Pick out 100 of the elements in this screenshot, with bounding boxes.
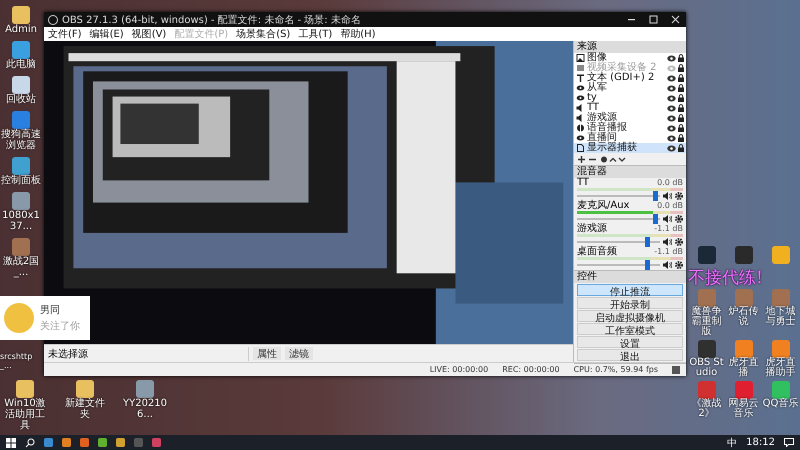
speaker-icon[interactable] (663, 215, 672, 223)
control-button[interactable]: 停止推流 (577, 284, 683, 296)
speaker-icon[interactable] (663, 238, 672, 246)
clock[interactable]: 18:12 (746, 437, 775, 448)
no-source-label: 未选择源 (48, 346, 249, 360)
menu-item[interactable]: 帮助(H) (340, 27, 376, 41)
source-label: 图像 (587, 53, 607, 63)
control-button[interactable]: 开始录制 (577, 297, 683, 309)
source-item[interactable]: 图像 (574, 53, 686, 63)
settings-icon[interactable] (675, 215, 683, 223)
eye-icon[interactable] (667, 114, 676, 122)
dock-header: 控件 (574, 271, 686, 283)
properties-button[interactable]: 属性 (253, 347, 281, 360)
channel-name: 麦克风/Aux (577, 201, 630, 211)
desktop-icon-label[interactable]: YY202106... (122, 398, 168, 420)
control-button[interactable]: 工作室模式 (577, 323, 683, 335)
notification-center-icon[interactable] (784, 438, 794, 447)
desktop-icon-label[interactable]: 激战2国_... (0, 256, 42, 278)
volume-slider-thumb[interactable] (652, 191, 658, 201)
ime-indicator[interactable]: 中 (727, 436, 738, 450)
eye-icon[interactable] (667, 74, 676, 82)
source-item[interactable]: 文本 (GDI+) 2 (574, 73, 686, 83)
filters-button[interactable]: 滤镜 (285, 347, 313, 360)
control-button[interactable]: 退出 (577, 349, 683, 361)
menu-item[interactable]: 场景集合(S) (236, 27, 290, 41)
speaker-icon[interactable] (663, 261, 672, 269)
source-label: 文本 (GDI+) 2 (587, 73, 656, 83)
camera-source-icon (576, 64, 585, 72)
desktop-icon-label[interactable]: OBS Studio (688, 358, 725, 378)
lock-icon[interactable] (678, 114, 684, 122)
lock-icon[interactable] (678, 144, 684, 152)
channel-name: TT (577, 178, 590, 188)
menu-item[interactable]: 编辑(E) (90, 27, 124, 41)
desktop-icon-label[interactable]: 控制面板 (0, 175, 42, 186)
eye-icon[interactable] (667, 134, 676, 142)
settings-icon[interactable] (675, 192, 683, 200)
eye-icon[interactable] (667, 104, 676, 112)
eye-icon[interactable] (667, 94, 676, 102)
desktop-icon-label[interactable]: 新建文件夹 (62, 398, 108, 420)
desktop-icon-label[interactable]: 虎牙直播助手 (762, 358, 799, 378)
volume-slider-thumb[interactable] (652, 214, 658, 224)
source-label: 从军 (587, 83, 608, 93)
lock-icon[interactable] (678, 84, 684, 92)
control-button[interactable]: 设置 (577, 336, 683, 348)
desktop-icon-label[interactable]: 网易云音乐 (725, 399, 762, 419)
source-item[interactable]: 游戏源 (574, 113, 686, 123)
source-label: 语音播报 (587, 123, 628, 133)
menu-item[interactable]: 工具(T) (298, 27, 332, 41)
lock-icon[interactable] (678, 74, 684, 82)
source-item[interactable]: ty (574, 93, 686, 103)
volume-slider-thumb[interactable] (644, 237, 650, 247)
desktop-icon-label[interactable]: 魔兽争霸重制版 (688, 307, 725, 337)
desktop-icon-label[interactable]: 地下城与勇士 (762, 307, 799, 327)
rec-status: REC: 00:00:00 (502, 365, 560, 374)
text-source-icon (576, 74, 585, 82)
lock-icon[interactable] (678, 124, 684, 132)
lock-icon[interactable] (678, 104, 684, 112)
menu-item[interactable]: 视图(V) (132, 27, 166, 41)
desktop-icon-label[interactable]: 回收站 (0, 94, 42, 105)
settings-icon[interactable] (675, 238, 683, 246)
folder-icon[interactable] (16, 380, 34, 398)
desktop-icon-label[interactable]: QQ音乐 (762, 399, 798, 409)
folder-icon[interactable] (12, 6, 30, 24)
menu-item[interactable]: 文件(F) (48, 27, 82, 41)
lock-icon[interactable] (678, 134, 684, 142)
folder-icon[interactable] (76, 380, 94, 398)
desktop-icon-label[interactable]: Win10激活助用工具 (2, 398, 48, 431)
close-icon[interactable] (670, 15, 680, 24)
desktop-icon-label[interactable]: 1080x137... (0, 210, 42, 232)
eye-icon[interactable] (667, 144, 676, 152)
desktop-icon-label[interactable]: 虎牙直播 (725, 358, 762, 378)
desktop-icon-label[interactable]: 《激战2》 (688, 399, 725, 419)
volume-slider-thumb[interactable] (644, 260, 650, 270)
avatar-icon (4, 303, 34, 333)
desktop-icon-label[interactable]: srcshttp_... (0, 352, 40, 370)
source-item[interactable]: 显示器捕获 (574, 143, 686, 153)
source-item[interactable]: 从军 (574, 83, 686, 93)
windows-start-icon[interactable] (6, 438, 16, 448)
search-icon[interactable] (25, 438, 35, 448)
lock-icon[interactable] (678, 64, 684, 72)
source-item[interactable]: TT (574, 103, 686, 113)
desktop-icon-label[interactable]: 此电脑 (0, 59, 42, 70)
desktop-icon-label[interactable]: 搜狗高速浏览器 (0, 129, 42, 151)
desktop-icon-label[interactable]: Admin (0, 24, 42, 35)
lock-icon[interactable] (678, 94, 684, 102)
source-item[interactable]: 语音播报 (574, 123, 686, 133)
speaker-icon[interactable] (663, 192, 672, 200)
source-item[interactable]: 直播间 (574, 133, 686, 143)
lock-icon[interactable] (678, 54, 684, 62)
maximize-icon[interactable] (648, 15, 658, 24)
live-status: LIVE: 00:00:00 (430, 365, 488, 374)
display-source-icon (576, 144, 585, 152)
control-button[interactable]: 启动虚拟摄像机 (577, 310, 683, 322)
settings-icon[interactable] (675, 261, 683, 269)
source-toolbar-icons-drawing[interactable] (577, 154, 627, 164)
eye-icon[interactable] (667, 84, 676, 92)
eye-icon[interactable] (667, 124, 676, 132)
eye-icon[interactable] (667, 54, 676, 62)
desktop-icon-label[interactable]: 炉石传说 (725, 307, 762, 327)
notification-popup[interactable]: 男同 关注了你 (0, 296, 90, 340)
